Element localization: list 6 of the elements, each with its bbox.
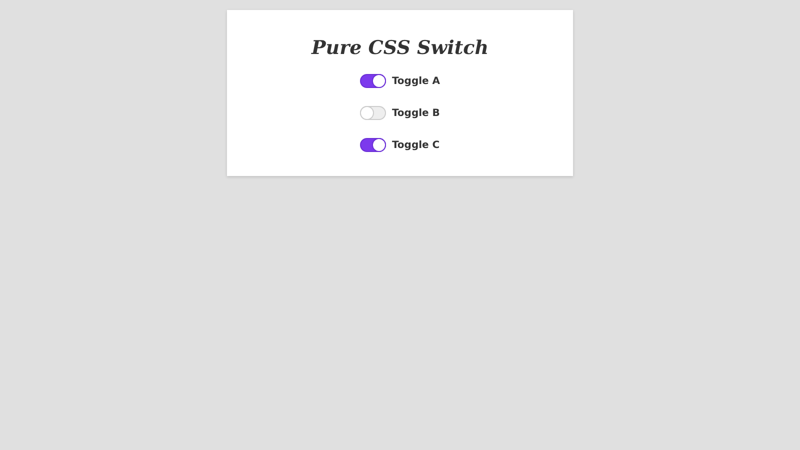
- toggle-switch[interactable]: [360, 74, 386, 88]
- page-title: Pure CSS Switch: [311, 36, 489, 60]
- toggle-label: Toggle B: [392, 108, 440, 118]
- toggle-label: Toggle A: [392, 76, 440, 86]
- toggle-label: Toggle C: [392, 140, 440, 150]
- toggle-switch[interactable]: [360, 138, 386, 152]
